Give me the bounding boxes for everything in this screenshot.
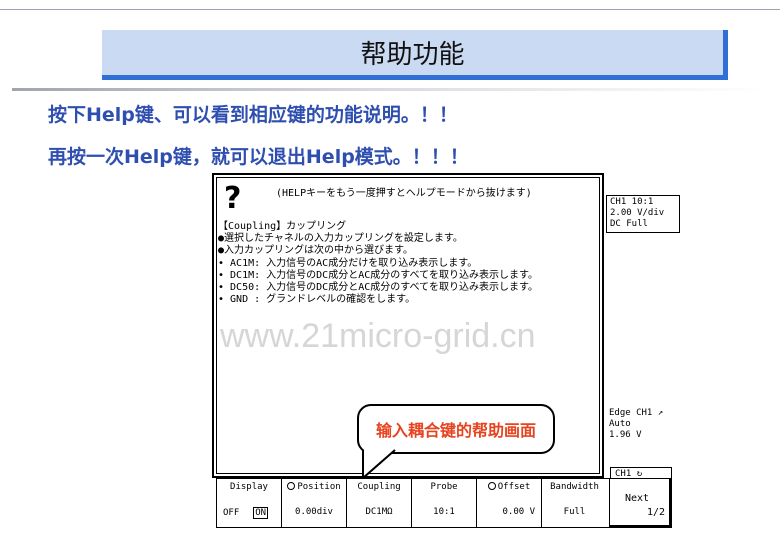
trigger-info-line: 1.96 V (609, 430, 642, 440)
softkey-label: Probe (430, 482, 458, 492)
watermark: www.21micro-grid.cn (220, 317, 536, 355)
softkey-bandwidth[interactable]: Bandwidth Full (542, 479, 607, 527)
help-exit-hint: (HELPキーをもう一度押すとヘルプモードから抜けます) (276, 188, 532, 199)
next-label: Next (625, 493, 650, 504)
display-on-option: ON (253, 507, 269, 519)
channel-info-line: 2.00 V/div (610, 208, 665, 218)
trigger-info-panel: Edge CH1 ↗ Auto 1.96 V (609, 408, 663, 441)
question-mark-icon: ? (224, 181, 242, 216)
softkey-display[interactable]: Display OFF ON (217, 479, 282, 527)
help-line: • DC50: 入力信号のDC成分とAC成分のすべてを取り込み表示します。 (218, 282, 538, 294)
rotary-knob-icon (287, 481, 296, 490)
callout-bubble: 输入耦合键的帮助画面 (357, 404, 555, 454)
slide-title: 帮助功能 (360, 40, 465, 70)
softkey-label: Coupling (357, 482, 401, 492)
soft-key-menu: Display OFF ON Position 0.00div Coupling … (216, 478, 672, 528)
softkey-label: Bandwidth (550, 482, 599, 492)
channel-info-line: CH1 10:1 (610, 197, 654, 207)
channel-info-line: DC Full (610, 219, 648, 229)
softkey-value: 10:1 (433, 507, 455, 517)
softkey-label-text: Offset (497, 482, 531, 492)
trigger-info-line: Auto (609, 419, 631, 429)
display-off-option: OFF (223, 508, 240, 518)
callout-text: 输入耦合键的帮助画面 (375, 421, 536, 440)
trigger-info-line: Edge CH1 ↗ (609, 408, 664, 418)
softkey-offset[interactable]: Offset 0.00 V (477, 479, 542, 527)
softkey-coupling[interactable]: Coupling DC1MΩ (347, 479, 412, 527)
page-indicator: 1/2 (646, 507, 665, 518)
softkey-label: Display (230, 482, 268, 492)
softkey-position[interactable]: Position 0.00div (282, 479, 347, 527)
instruction-line-2: 再按一次Help键，就可以退出Help模式。！！！ (48, 146, 469, 168)
slide-title-box: 帮助功能 (102, 30, 728, 80)
help-line: ●入力カップリングは次の中から選びます。 (218, 245, 414, 257)
next-page-button[interactable]: Next 1/2 (609, 478, 672, 528)
softkey-value: Full (563, 507, 586, 517)
help-line: • GND : グランドレベルの確認をします。 (218, 294, 416, 306)
instruction-line-1: 按下Help键、可以看到相应键的功能说明。！！ (48, 104, 458, 126)
help-line: • AC1M: 入力信号のAC成分だけを取り込み表示します。 (218, 257, 478, 269)
softkey-value: 0.00div (295, 507, 333, 517)
rotary-knob-icon (487, 481, 496, 490)
softkey-label-text: Position (297, 482, 341, 492)
softkey-label: Position (282, 481, 346, 492)
help-line: 【Coupling】カップリング (218, 221, 347, 232)
callout-tail (362, 449, 396, 481)
softkey-probe[interactable]: Probe 10:1 (412, 479, 477, 527)
title-divider (12, 88, 768, 91)
softkey-value: 0.00 V (502, 507, 535, 517)
channel-info-panel: CH1 10:1 2.00 V/div DC Full (606, 195, 680, 233)
help-line: • DC1M: 入力信号のDC成分とAC成分のすべてを取り込み表示します。 (218, 269, 538, 281)
softkey-label: Offset (477, 481, 541, 492)
top-rule (0, 0, 780, 10)
help-text: 【Coupling】カップリング ●選択したチャネルの入力カップリングを設定しま… (218, 221, 538, 306)
help-line: ●選択したチャネルの入力カップリングを設定します。 (218, 233, 463, 245)
softkey-value: OFF ON (217, 507, 281, 519)
softkey-value: DC1MΩ (365, 507, 393, 517)
